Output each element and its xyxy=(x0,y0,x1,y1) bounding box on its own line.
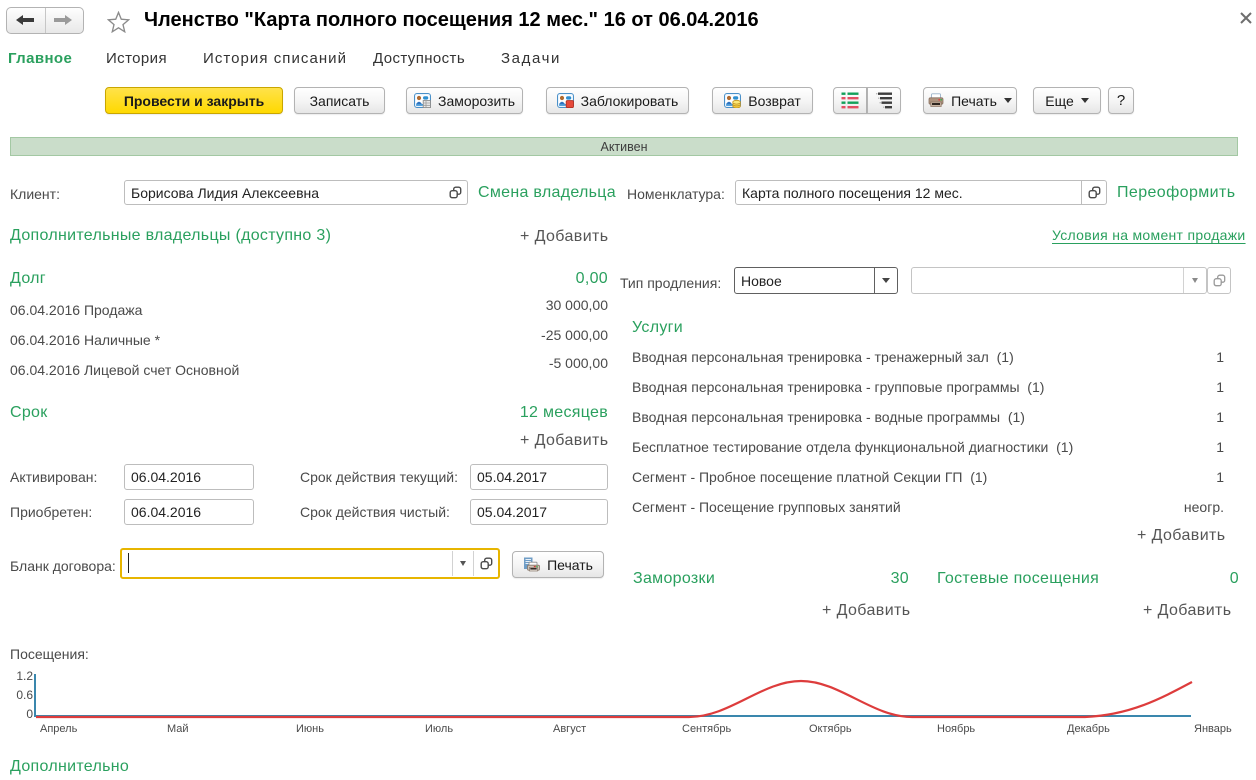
svg-text:0: 0 xyxy=(26,707,33,721)
svg-text:0.6: 0.6 xyxy=(16,688,33,702)
svg-text:Апрель: Апрель xyxy=(40,723,78,735)
svg-text:1.2: 1.2 xyxy=(16,669,33,683)
svg-text:Октябрь: Октябрь xyxy=(809,723,852,735)
svg-text:Ноябрь: Ноябрь xyxy=(937,723,975,735)
svg-text:Июль: Июль xyxy=(425,723,453,735)
svg-text:Август: Август xyxy=(553,723,586,735)
svg-text:Май: Май xyxy=(167,723,189,735)
svg-text:Декабрь: Декабрь xyxy=(1067,723,1110,735)
svg-text:Январь: Январь xyxy=(1194,723,1232,735)
svg-text:Июнь: Июнь xyxy=(296,723,324,735)
svg-text:Сентябрь: Сентябрь xyxy=(682,723,732,735)
